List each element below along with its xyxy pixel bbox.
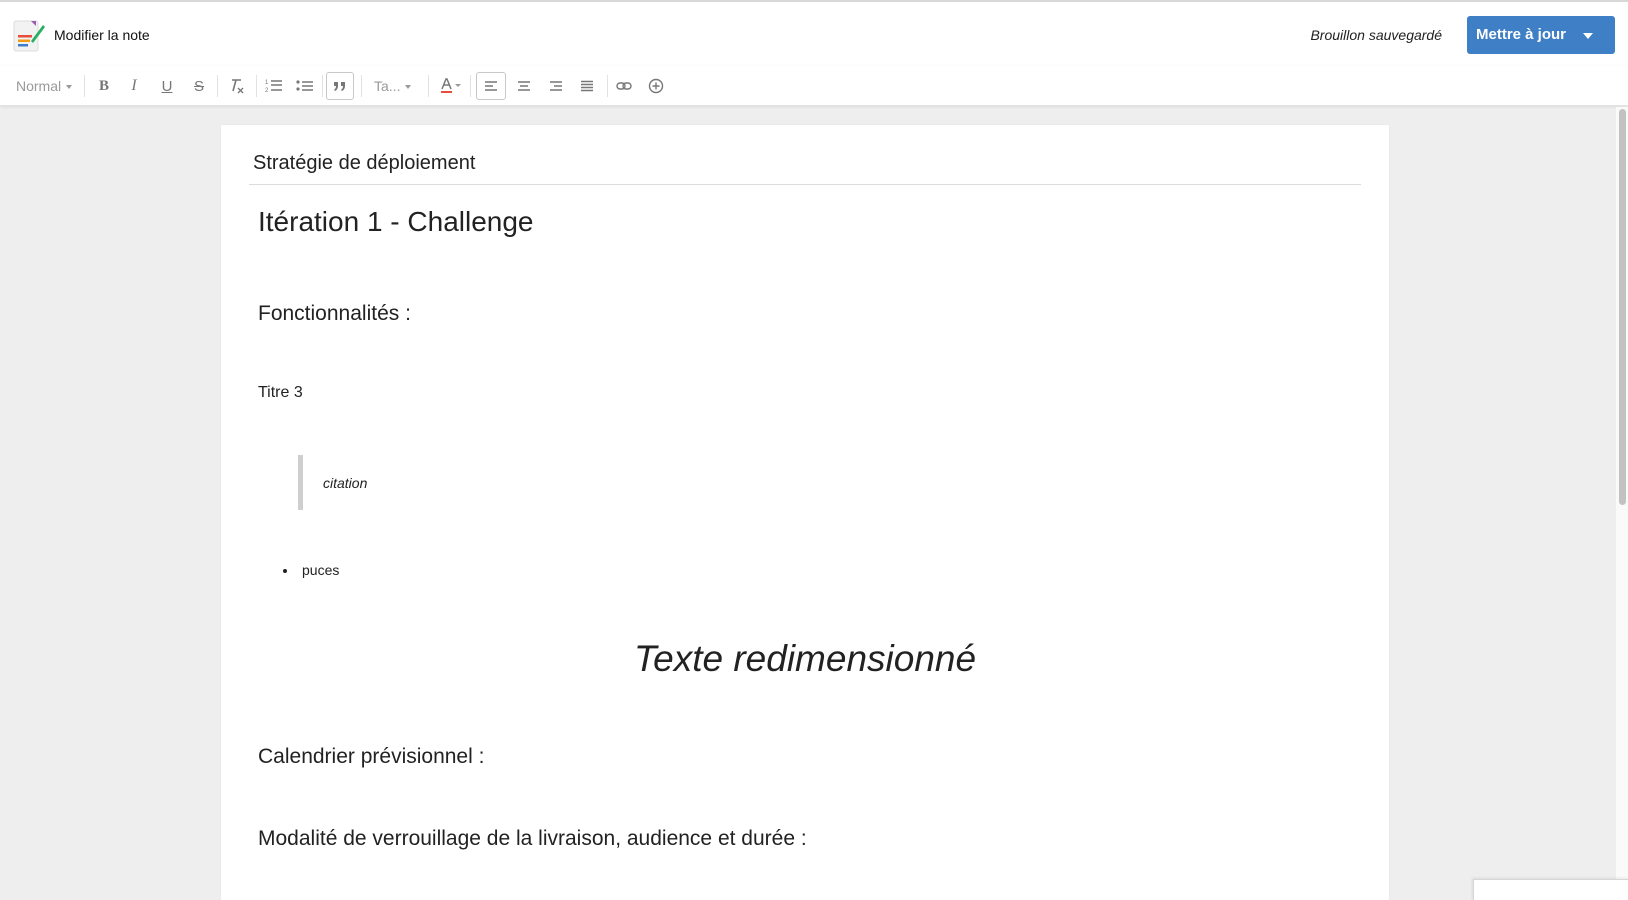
ordered-list-icon[interactable]: 12: [262, 72, 286, 100]
size-select-value: Ta...: [374, 78, 401, 94]
note-title-input[interactable]: Stratégie de déploiement: [249, 143, 1361, 185]
update-button[interactable]: Mettre à jour: [1467, 16, 1615, 54]
bullet-list-item: puces: [302, 562, 340, 578]
bullet-marker: [283, 569, 287, 573]
svg-text:1: 1: [265, 80, 269, 86]
toolbar-divider: [84, 75, 85, 97]
svg-text:2: 2: [265, 88, 269, 94]
blockquote-border: [298, 455, 303, 510]
note-title-value: Stratégie de déploiement: [253, 152, 476, 174]
align-center-icon[interactable]: [512, 72, 536, 100]
update-button-label: Mettre à jour: [1476, 26, 1567, 43]
format-select-value: Normal: [16, 78, 62, 94]
toolbar-divider: [428, 75, 429, 97]
bullet-list-icon[interactable]: [293, 72, 317, 100]
chevron-down-icon: [405, 85, 412, 89]
chevron-down-icon: [66, 85, 73, 89]
draft-status: Brouillon sauvegardé: [1310, 27, 1442, 43]
heading-3: Titre 3: [258, 384, 303, 401]
heading-2-schedule: Calendrier prévisionnel :: [258, 745, 485, 768]
heading-1: Itération 1 - Challenge: [258, 206, 534, 237]
editor-toolbar: Normal B I U S 12 Ta...: [0, 66, 1628, 106]
add-embed-icon[interactable]: [644, 72, 668, 100]
note-editor-app: Modifier la note Brouillon sauvegardé Me…: [0, 0, 1628, 900]
resized-text: Texte redimensionné: [633, 638, 977, 679]
align-left-icon[interactable]: [476, 72, 506, 100]
clear-format-icon[interactable]: [224, 72, 248, 100]
align-right-icon[interactable]: [544, 72, 568, 100]
heading-2-features: Fonctionnalités :: [258, 302, 411, 325]
scrollbar-thumb[interactable]: [1619, 109, 1626, 505]
header-bar: Modifier la note Brouillon sauvegardé Me…: [0, 0, 1628, 66]
blockquote-icon[interactable]: [326, 72, 354, 100]
toolbar-divider: [361, 75, 362, 97]
strikethrough-button[interactable]: S: [189, 72, 209, 100]
page-title: Modifier la note: [54, 27, 150, 43]
toolbar-divider: [217, 75, 218, 97]
toolbar-divider: [470, 75, 471, 97]
underline-button[interactable]: U: [157, 72, 177, 100]
format-select[interactable]: Normal: [16, 72, 78, 100]
chevron-down-icon[interactable]: [1583, 33, 1593, 39]
bold-button[interactable]: B: [94, 72, 114, 100]
text-color-icon[interactable]: [438, 72, 464, 100]
link-icon[interactable]: [612, 72, 636, 100]
note-logo-icon: [12, 17, 46, 53]
toolbar-divider: [256, 75, 257, 97]
floating-panel[interactable]: [1473, 879, 1628, 900]
align-justify-icon[interactable]: [575, 72, 599, 100]
italic-button[interactable]: I: [124, 72, 144, 100]
size-select[interactable]: Ta...: [374, 72, 420, 100]
blockquote-text: citation: [323, 475, 368, 491]
toolbar-divider: [607, 75, 608, 97]
toolbar-divider: [322, 75, 323, 97]
heading-2-delivery-lock: Modalité de verrouillage de la livraison…: [258, 827, 807, 850]
vertical-scrollbar[interactable]: [1616, 107, 1628, 900]
document-page[interactable]: Stratégie de déploiement Itération 1 - C…: [221, 125, 1389, 900]
